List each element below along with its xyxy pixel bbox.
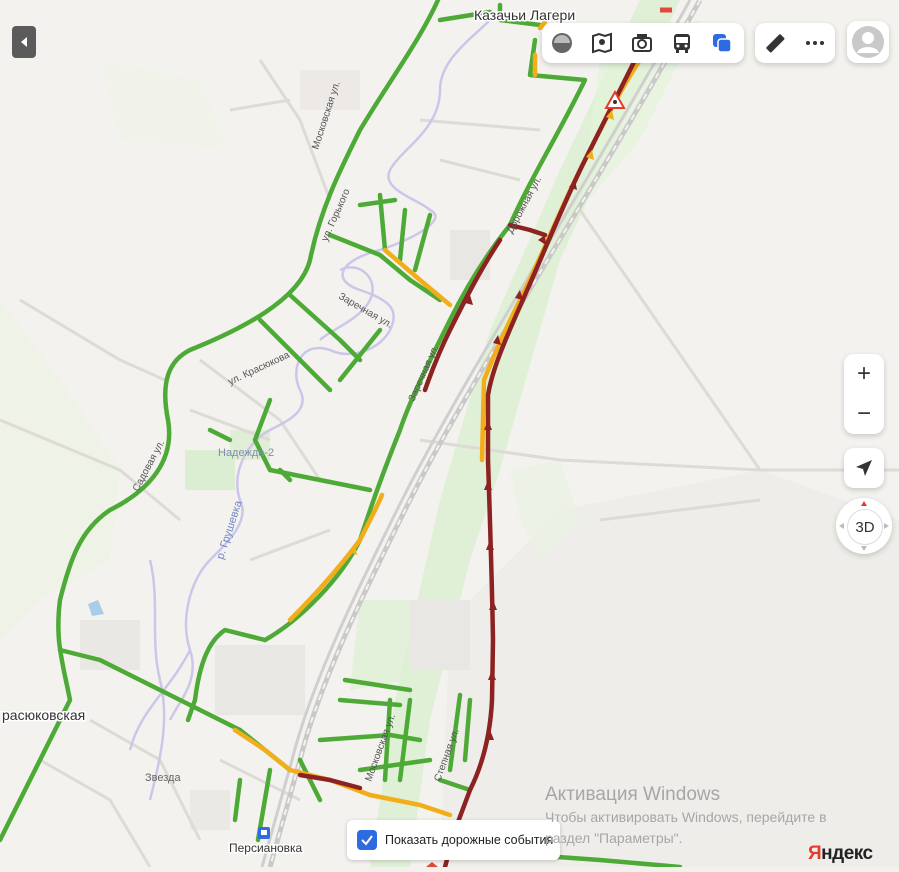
view-3d-label: 3D [847, 509, 883, 545]
layers-toolbar [542, 23, 744, 63]
overlay-icon[interactable] [702, 23, 742, 63]
ruler-icon[interactable] [755, 23, 795, 63]
place-label-nadezhda: Надежда-2 [218, 447, 274, 459]
zoom-out-button[interactable]: − [844, 394, 884, 434]
road-events-label: Показать дорожные события [385, 833, 554, 847]
map-svg: Казачьи Лагери расюковская Надежда-2 Зве… [0, 0, 899, 870]
location-arrow-icon [856, 460, 872, 476]
map-canvas[interactable]: Казачьи Лагери расюковская Надежда-2 Зве… [0, 0, 899, 870]
view-3d-control[interactable]: 3D [836, 498, 892, 554]
zoom-in-button[interactable]: + [844, 354, 884, 394]
watermark-title: Активация Windows [545, 784, 721, 805]
windows-activation-watermark: Активация Windows Чтобы активировать Win… [545, 784, 827, 848]
road-events-toggle[interactable]: Показать дорожные события [347, 820, 560, 860]
station-label: Персиановка [229, 841, 303, 855]
yandex-logo[interactable]: Яндекс [808, 843, 873, 865]
watermark-line2: раздел "Параметры". [545, 830, 683, 846]
bus-icon[interactable] [662, 23, 702, 63]
avatar [852, 26, 884, 58]
more-icon[interactable] [795, 23, 835, 63]
checkmark-icon [361, 835, 373, 846]
sidebar-collapse-button[interactable] [12, 26, 36, 58]
road-events-checkbox[interactable] [357, 830, 377, 850]
camera-icon[interactable] [622, 23, 662, 63]
place-label-krasyukovskaya: расюковская [2, 707, 85, 723]
station-icon[interactable] [258, 827, 270, 839]
avatar-button[interactable] [847, 21, 889, 63]
tools-toolbar [755, 23, 835, 63]
logo-rest: ндекс [821, 843, 873, 864]
map-book-icon[interactable] [582, 23, 622, 63]
watermark-line1: Чтобы активировать Windows, перейдите в [545, 809, 827, 825]
place-label-zvezda: Звезда [145, 772, 181, 784]
place-label-kazachi: Казачьи Лагери [474, 7, 575, 23]
geolocation-button[interactable] [844, 448, 884, 488]
layers-icon[interactable] [542, 23, 582, 63]
zoom-control: + − [844, 354, 884, 434]
logo-first-letter: Я [808, 843, 822, 864]
